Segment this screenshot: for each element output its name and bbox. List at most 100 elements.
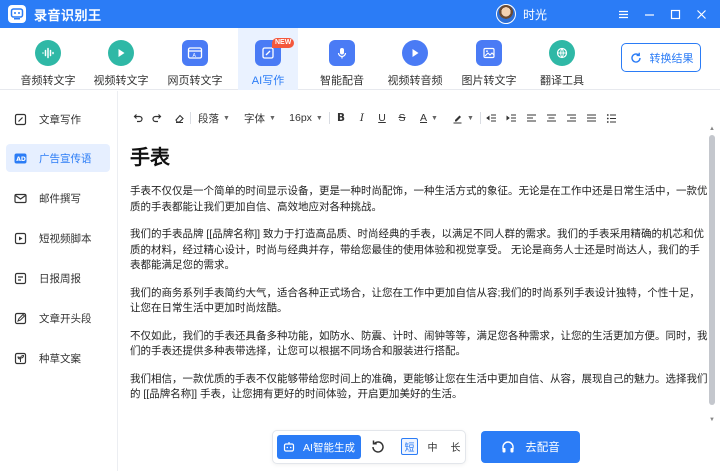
sidebar-item-label: 日报周报 [39, 272, 81, 285]
indent-increase-icon[interactable] [501, 109, 521, 127]
tool-image-to-text[interactable]: 图片转文字 [459, 28, 519, 90]
microphone-icon [329, 40, 355, 66]
maximize-icon[interactable] [662, 0, 688, 28]
tool-label: 图片转文字 [461, 75, 517, 87]
video-to-audio-icon [402, 40, 428, 66]
webpage-icon: A [182, 40, 208, 66]
tool-label: 视频转音频 [387, 75, 443, 87]
redo-icon[interactable] [146, 109, 168, 127]
document-content[interactable]: 手表 手表不仅仅是一个简单的时间显示设备，更是一种时尚配饰，一种生活方式的象征。… [130, 141, 710, 441]
go-dubbing-label: 去配音 [525, 442, 560, 454]
sidebar-item-label: 文章写作 [39, 113, 81, 126]
paragraph-select-value: 段落 [198, 112, 220, 125]
font-size-select[interactable]: 16px ▼ [283, 109, 329, 127]
document-paragraph[interactable]: 不仅如此，我们的手表还具备多种功能，如防水、防震、计时、闹钟等等，满足您各种需求… [130, 329, 710, 360]
go-dubbing-button[interactable]: 去配音 [481, 431, 580, 463]
sidebar-item-email-writing[interactable]: 邮件撰写 [6, 184, 110, 212]
username[interactable]: 时光 [523, 6, 547, 23]
document-paragraph[interactable]: 我们的商务系列手表简约大气，适合各种正式场合，让您在工作中更加自信从容;我们的时… [130, 286, 710, 317]
sidebar-item-article-writing[interactable]: 文章写作 [6, 105, 110, 133]
report-icon [14, 272, 27, 285]
undo-icon[interactable] [128, 109, 146, 127]
sidebar-item-label: 种草文案 [39, 352, 81, 365]
user-profile[interactable]: 时光 [496, 4, 547, 24]
sidebar: 文章写作 AD 广告宣传语 邮件撰写 短视频脚本 日报周报 文章开头段 种草文案 [0, 91, 118, 471]
bold-icon[interactable]: B [330, 109, 352, 127]
minimize-icon[interactable] [636, 0, 662, 28]
sidebar-item-daily-weekly-report[interactable]: 日报周报 [6, 264, 110, 292]
regenerate-icon[interactable] [370, 439, 386, 455]
highlight-icon[interactable]: ▼ [446, 109, 480, 127]
scroll-up-icon[interactable]: ▲ [709, 126, 715, 132]
scrollbar-thumb[interactable] [709, 135, 715, 405]
tool-label: 音频转文字 [20, 75, 76, 87]
tool-ai-writing[interactable]: NEW AI写作 [238, 28, 298, 90]
sidebar-item-label: 邮件撰写 [39, 192, 81, 205]
italic-icon[interactable]: I [352, 109, 372, 127]
indent-decrease-icon[interactable] [481, 109, 501, 127]
sidebar-item-article-opening[interactable]: 文章开头段 [6, 304, 110, 332]
close-icon[interactable] [688, 0, 714, 28]
chevron-down-icon: ▼ [223, 114, 230, 122]
tool-video-to-audio[interactable]: 视频转音频 [385, 28, 445, 90]
new-badge: NEW [272, 38, 295, 48]
font-select[interactable]: 字体 ▼ [237, 109, 283, 127]
sidebar-item-ad-slogan[interactable]: AD 广告宣传语 [6, 144, 110, 172]
editor-panel: 段落 ▼ 字体 ▼ 16px ▼ B I U S A ▼ ▼ 手表 手表不仅仅是一个简单… [118, 91, 720, 471]
app-logo-icon [8, 5, 26, 23]
paragraph-select[interactable]: 段落 ▼ [191, 109, 237, 127]
ai-generate-button[interactable]: AI智能生成 [277, 435, 361, 459]
eraser-icon[interactable] [168, 109, 190, 127]
sidebar-item-short-video-script[interactable]: 短视频脚本 [6, 224, 110, 252]
tool-translate[interactable]: 翻译工具 [532, 28, 592, 90]
image-text-icon [476, 40, 502, 66]
tool-label: 智能配音 [320, 75, 364, 87]
generate-controls: AI智能生成 短 中 长 [272, 430, 466, 464]
tool-audio-to-text[interactable]: 音频转文字 [18, 28, 78, 90]
tool-video-to-text[interactable]: 视频转文字 [91, 28, 151, 90]
align-justify-icon[interactable] [581, 109, 601, 127]
svg-text:A: A [193, 53, 197, 59]
title-bar: 录音识别王 时光 [0, 0, 720, 28]
tool-label: 网页转文字 [167, 75, 223, 87]
length-short-option[interactable]: 短 [401, 438, 418, 455]
length-long-option[interactable]: 长 [447, 438, 464, 455]
sidebar-item-label: 短视频脚本 [39, 232, 92, 245]
avatar[interactable] [496, 4, 516, 24]
audio-wave-icon [35, 40, 61, 66]
menu-icon[interactable] [610, 0, 636, 28]
document-title[interactable]: 手表 [130, 141, 710, 170]
svg-text:AD: AD [16, 156, 26, 163]
sidebar-item-seeding-copy[interactable]: 种草文案 [6, 344, 110, 372]
scroll-down-icon[interactable]: ▼ [709, 417, 715, 423]
refresh-circle-icon [630, 52, 641, 63]
convert-result-button[interactable]: 转换结果 [621, 43, 701, 72]
document-paragraph[interactable]: 手表不仅仅是一个简单的时间显示设备，更是一种时尚配饰，一种生活方式的象征。无论是… [130, 184, 710, 215]
length-medium-option[interactable]: 中 [424, 438, 441, 455]
mail-icon [14, 192, 27, 205]
translate-icon [549, 40, 575, 66]
underline-icon[interactable]: U [372, 109, 392, 127]
font-color-icon[interactable]: A ▼ [412, 109, 446, 127]
sidebar-item-label: 广告宣传语 [39, 152, 92, 165]
bullet-list-icon[interactable] [601, 109, 621, 127]
tool-toolbar: 音频转文字 视频转文字 A 网页转文字 NEW AI写作 智能配音 视频转音频 [0, 28, 720, 90]
tool-webpage-to-text[interactable]: A 网页转文字 [165, 28, 225, 90]
chevron-down-icon: ▼ [315, 114, 323, 122]
tool-label: AI写作 [251, 75, 285, 87]
format-toolbar: 段落 ▼ 字体 ▼ 16px ▼ B I U S A ▼ ▼ [128, 109, 621, 127]
align-center-icon[interactable] [541, 109, 561, 127]
vertical-scrollbar[interactable]: ▲ ▼ [708, 126, 716, 426]
sidebar-item-label: 文章开头段 [39, 312, 92, 325]
ad-icon: AD [14, 152, 27, 165]
pen-square-icon [14, 113, 27, 126]
align-right-icon[interactable] [561, 109, 581, 127]
video-script-icon [14, 232, 27, 245]
document-paragraph[interactable]: 我们的手表品牌 [[品牌名称]] 致力于打造高品质、时尚经典的手表，以满足不同人… [130, 227, 710, 274]
robot-icon [283, 442, 295, 452]
tool-smart-dubbing[interactable]: 智能配音 [312, 28, 372, 90]
document-paragraph[interactable]: 我们相信，一款优质的手表不仅能够带给您时间上的准确，更能够让您在生活中更加自信、… [130, 372, 710, 403]
sprout-icon [14, 352, 27, 365]
align-left-icon[interactable] [521, 109, 541, 127]
strikethrough-icon[interactable]: S [392, 109, 412, 127]
